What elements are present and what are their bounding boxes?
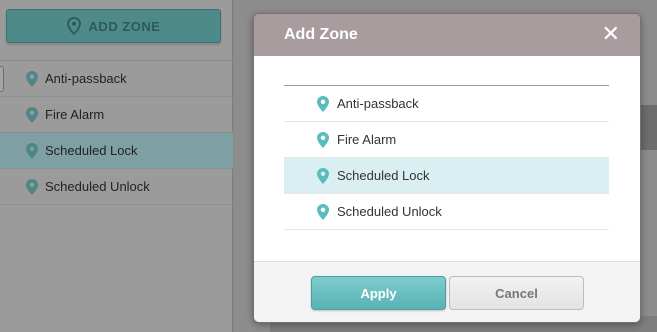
zone-option-scheduled-unlock[interactable]: Scheduled Unlock (284, 194, 609, 230)
apply-button[interactable]: Apply (311, 276, 446, 310)
zone-sidebar: ADD ZONE Anti-passback Fire Alarm Schedu… (0, 0, 233, 332)
add-zone-label: ADD ZONE (88, 18, 161, 34)
zone-option-anti-passback[interactable]: Anti-passback (284, 86, 609, 122)
zone-option-label: Scheduled Unlock (337, 204, 442, 219)
sidebar-item-fire-alarm[interactable]: Fire Alarm (0, 97, 233, 133)
map-pin-icon (26, 142, 38, 159)
dialog-title: Add Zone (284, 26, 358, 43)
sidebar-item-label: Fire Alarm (45, 107, 105, 122)
sidebar-item-scheduled-lock[interactable]: Scheduled Lock (0, 133, 233, 169)
sidebar-item-label: Anti-passback (45, 71, 127, 86)
zone-option-scheduled-lock[interactable]: Scheduled Lock (284, 158, 609, 194)
map-pin-icon (317, 203, 329, 220)
zone-option-label: Fire Alarm (337, 132, 397, 147)
zone-option-label: Scheduled Lock (337, 168, 430, 183)
map-pin-icon (317, 167, 329, 184)
map-pin-icon (317, 95, 329, 112)
map-pin-icon (317, 131, 329, 148)
sidebar-item-label: Scheduled Unlock (45, 179, 150, 194)
dialog-body: Anti-passback Fire Alarm Scheduled Lock (254, 56, 640, 261)
close-icon[interactable]: ✕ (602, 24, 620, 46)
dialog-header: Add Zone ✕ (254, 14, 640, 56)
add-zone-dialog: Add Zone ✕ Anti-passback Fire Alarm Sche… (253, 13, 641, 323)
zone-option-label: Anti-passback (337, 96, 419, 111)
sidebar-item-label: Scheduled Lock (45, 143, 138, 158)
sidebar-item-scheduled-unlock[interactable]: Scheduled Unlock (0, 169, 233, 205)
sidebar-item-anti-passback[interactable]: Anti-passback (0, 61, 233, 97)
map-pin-icon (66, 17, 81, 35)
zone-option-list: Anti-passback Fire Alarm Scheduled Lock (284, 86, 609, 230)
map-pin-icon (26, 106, 38, 123)
map-pin-icon (26, 178, 38, 195)
add-zone-button[interactable]: ADD ZONE (6, 9, 221, 43)
app-window: ADD ZONE Anti-passback Fire Alarm Schedu… (0, 0, 657, 332)
map-pin-icon (26, 70, 38, 87)
dialog-footer: Apply Cancel (254, 261, 640, 322)
sidebar-zone-list: Anti-passback Fire Alarm Scheduled Lock … (0, 61, 233, 205)
zone-option-fire-alarm[interactable]: Fire Alarm (284, 122, 609, 158)
cancel-button[interactable]: Cancel (449, 276, 584, 310)
main-content-scroll-edge (640, 105, 657, 150)
